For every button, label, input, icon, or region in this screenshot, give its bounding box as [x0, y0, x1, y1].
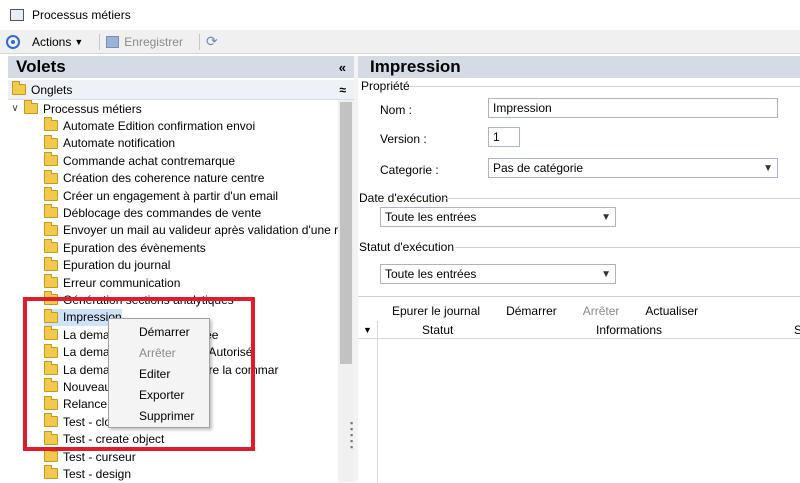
tree-item[interactable]: Epuration des évènements	[44, 239, 206, 256]
collapse-icon[interactable]: «	[339, 60, 346, 75]
volets-title: Volets	[16, 57, 66, 76]
folder-icon	[44, 134, 58, 149]
folder-icon	[44, 152, 58, 167]
demarrer-button[interactable]: Démarrer	[506, 304, 557, 318]
group-divider	[455, 247, 800, 248]
toolbar-separator	[99, 33, 101, 50]
tree-item-label: Déblocage des commandes de vente	[63, 205, 262, 220]
grid-header: ▼ Statut Informations S	[358, 321, 800, 339]
folder-icon	[44, 448, 58, 462]
group-divider	[410, 86, 800, 87]
date-execution-value: Toute les entrées	[385, 210, 477, 224]
save-icon	[106, 35, 120, 48]
nom-label: Nom :	[380, 103, 413, 117]
tree-item-label: Test - curseur	[63, 449, 136, 464]
tree-item[interactable]: Test - design	[44, 465, 131, 482]
tree-item[interactable]: Erreur communication	[44, 274, 180, 291]
folder-icon	[12, 81, 26, 95]
refresh-icon[interactable]: ⟳	[206, 33, 218, 50]
folder-icon	[44, 204, 58, 219]
detail-title: Impression	[370, 57, 461, 76]
folder-icon	[44, 221, 58, 236]
folder-icon	[44, 169, 58, 184]
tree-item[interactable]: Automate Edition confirmation envoi	[44, 117, 255, 134]
save-button[interactable]: Enregistrer	[106, 35, 183, 49]
column-statut[interactable]: Statut	[422, 323, 453, 337]
journal-grid[interactable]: Epurer le journal Démarrer Arrêter Actua…	[358, 296, 800, 483]
column-s[interactable]: S	[794, 323, 800, 337]
expand-collapse-icon[interactable]: ≈	[339, 83, 346, 97]
toolbar: Actions ▼ Enregistrer ⟳	[0, 30, 800, 54]
actualiser-button[interactable]: Actualiser	[645, 304, 698, 318]
row-selector-icon[interactable]: ▼	[358, 321, 378, 339]
tree-item-label: Automate Edition confirmation envoi	[63, 118, 256, 133]
grid-toolbar: Epurer le journal Démarrer Arrêter Actua…	[392, 301, 724, 321]
group-divider	[446, 198, 800, 199]
tree-item-label: Epuration des évènements	[63, 240, 206, 255]
date-execution-label: Date d'exécution	[359, 191, 449, 205]
save-label: Enregistrer	[124, 34, 183, 49]
navigation-icon[interactable]	[6, 34, 20, 49]
tree-item[interactable]: Epuration du journal	[44, 256, 171, 274]
propriete-group-label: Propriété	[361, 79, 410, 93]
folder-icon	[44, 465, 58, 480]
tree-item-label: Création des coherence nature centre	[63, 171, 265, 186]
window-title: Processus métiers	[32, 8, 131, 22]
dropdown-arrow-icon: ▼	[74, 36, 84, 47]
chevron-down-icon: ▼	[601, 211, 611, 223]
folder-icon	[44, 239, 58, 254]
nom-field[interactable]: Impression	[488, 98, 778, 118]
categorie-value: Pas de catégorie	[493, 161, 584, 175]
column-informations[interactable]: Informations	[596, 323, 662, 337]
folder-icon	[24, 100, 38, 114]
splitter-grip-icon[interactable]: ▪ ▪ ▪ ▪ ▪	[350, 419, 356, 452]
tree-item-label: Automate notification	[63, 136, 176, 151]
onglets-bar[interactable]: Onglets ≈	[8, 80, 354, 100]
tree-item[interactable]: Automate notification	[44, 134, 176, 152]
window-icon	[10, 9, 24, 21]
folder-icon	[44, 187, 58, 201]
tree-item-label: Test - design	[63, 466, 132, 481]
expander-icon[interactable]: ∨	[8, 103, 22, 114]
onglets-label: Onglets	[31, 82, 73, 97]
actions-label: Actions	[32, 34, 72, 49]
tree-root-item[interactable]: ∨ Processus métiers	[8, 100, 142, 117]
volets-header: Volets «	[8, 56, 354, 78]
folder-icon	[44, 256, 58, 271]
folder-icon	[44, 274, 58, 288]
tree-item[interactable]: Création des coherence nature centre	[44, 169, 265, 187]
version-field[interactable]: 1	[488, 127, 520, 147]
tree-item-label: Envoyer un mail au valideur après valida…	[63, 223, 338, 238]
statut-execution-value: Toute les entrées	[385, 267, 477, 281]
arreter-button[interactable]: Arrêter	[583, 304, 620, 318]
categorie-select[interactable]: Pas de catégorie ▼	[488, 158, 778, 178]
detail-header: Impression	[358, 56, 800, 78]
tree-item[interactable]: Commande achat contremarque	[44, 152, 235, 169]
date-execution-select[interactable]: Toute les entrées ▼	[380, 207, 616, 227]
epurer-journal-button[interactable]: Epurer le journal	[392, 304, 480, 318]
actions-menu-button[interactable]: Actions ▼	[32, 35, 83, 49]
tree-root-label: Processus métiers	[43, 101, 142, 116]
statut-execution-select[interactable]: Toute les entrées ▼	[380, 264, 616, 284]
tree-item-label: Créer un engagement à partir d'un email	[63, 188, 279, 203]
row-selector-column	[358, 339, 378, 483]
annotation-highlight	[23, 297, 255, 451]
folder-icon	[44, 117, 58, 132]
toolbar-separator	[198, 33, 200, 50]
scrollbar-thumb[interactable]	[340, 102, 352, 364]
tree-item-label: Commande achat contremarque	[63, 153, 236, 168]
chevron-down-icon: ▼	[601, 268, 611, 280]
tree-item[interactable]: Créer un engagement à partir d'un email	[44, 187, 278, 204]
tree-item[interactable]: Envoyer un mail au valideur après valida…	[44, 221, 338, 239]
statut-execution-label: Statut d'exécution	[359, 240, 455, 254]
version-label: Version :	[380, 132, 427, 146]
tree-item-label: Erreur communication	[63, 275, 181, 290]
tree-item[interactable]: Déblocage des commandes de vente	[44, 204, 261, 221]
tree-item-label: Epuration du journal	[63, 258, 171, 273]
title-bar: Processus métiers	[0, 0, 800, 30]
chevron-down-icon: ▼	[763, 162, 773, 174]
categorie-label: Categorie :	[380, 163, 439, 177]
